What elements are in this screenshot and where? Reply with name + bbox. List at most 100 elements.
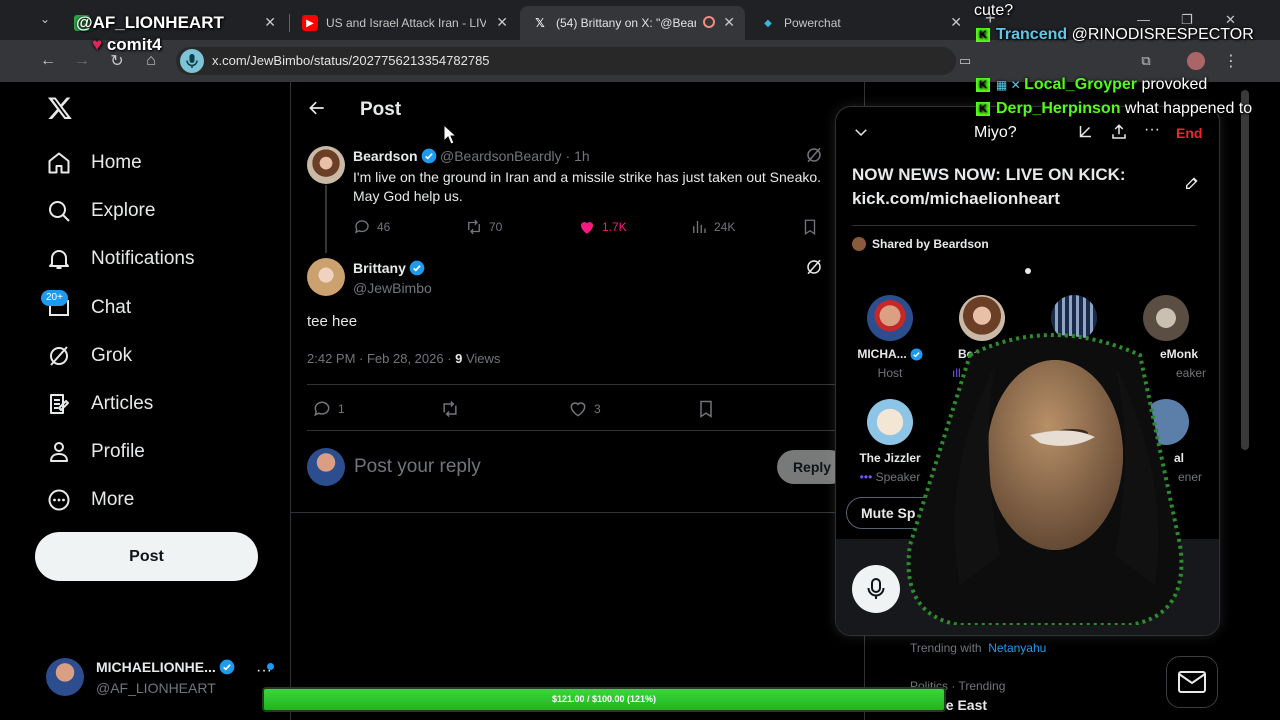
close-icon[interactable]: ✕ xyxy=(264,14,276,31)
page-title: Post xyxy=(360,99,402,120)
pager-dot xyxy=(1025,268,1031,274)
forward-icon[interactable]: → xyxy=(71,50,93,72)
share-icon[interactable] xyxy=(1110,123,1128,141)
chevron-down-icon[interactable] xyxy=(852,123,870,141)
brittany-avatar[interactable] xyxy=(307,258,345,296)
divider xyxy=(307,430,847,431)
space-title: NOW NEWS NOW: LIVE ON KICK: kick.com/mic… xyxy=(852,165,1126,208)
close-icon[interactable]: ✕ xyxy=(950,14,962,31)
repost-icon[interactable] xyxy=(440,399,460,419)
main-tweet-name[interactable]: Brittany xyxy=(353,260,425,276)
install-icon[interactable]: ▭ xyxy=(954,50,976,72)
chat-user: Derp_Herpinson xyxy=(996,100,1121,117)
chat-line: K ▦ ✕ Local_Groyper provoked xyxy=(976,76,1207,94)
view-count-text: 24K xyxy=(714,220,736,234)
main-tweet-views-label: Views xyxy=(462,351,501,366)
microphone-icon[interactable] xyxy=(180,49,204,73)
main-tweet-handle[interactable]: @JewBimbo xyxy=(353,280,432,296)
microphone-button[interactable] xyxy=(852,565,900,613)
overlay-sub-name: comit4 xyxy=(106,35,162,54)
nav-chat-label: Chat xyxy=(91,297,132,318)
minimize-space-icon[interactable] xyxy=(1076,123,1094,141)
x-icon: 𝕏 xyxy=(535,16,545,30)
tab-3-active[interactable]: 𝕏 (54) Brittany on X: "@Beard ✕ xyxy=(520,6,745,40)
main-like-count-text: 3 xyxy=(594,402,601,416)
avatar xyxy=(852,237,866,251)
profile-icon[interactable] xyxy=(1185,50,1207,72)
back-arrow-icon[interactable] xyxy=(307,98,327,118)
chat-line: K Derp_Herpinson what happened to xyxy=(976,100,1252,118)
repost-count[interactable]: 70 xyxy=(465,218,502,236)
browser-menu-icon[interactable]: ⋮ xyxy=(1220,50,1242,72)
reply-icon xyxy=(354,220,369,234)
envelope-icon xyxy=(1178,671,1206,693)
repost-count-text: 70 xyxy=(489,220,503,234)
chat-user: Local_Groyper xyxy=(1024,76,1137,93)
main-tweet-name-text: Brittany xyxy=(353,260,406,276)
like-count[interactable]: 1.7K xyxy=(578,218,627,236)
nav-profile[interactable]: Profile xyxy=(46,432,145,472)
end-space-button[interactable]: End xyxy=(1176,125,1202,141)
nav-articles[interactable]: Articles xyxy=(46,384,153,424)
post-button[interactable]: Post xyxy=(35,532,258,581)
analytics-icon xyxy=(693,221,706,233)
scrollbar[interactable] xyxy=(1241,90,1249,450)
reply-input[interactable]: Post your reply xyxy=(354,456,481,478)
trending-with-topic[interactable]: Netanyahu xyxy=(988,641,1046,655)
chat-badge: 20+ xyxy=(41,290,68,306)
donation-goal-bar: $121.00 / $100.00 (121%) xyxy=(262,687,946,712)
extensions-icon[interactable]: ⧉ xyxy=(1135,50,1157,72)
parent-tweet-text: I'm live on the ground in Iran and a mis… xyxy=(353,169,822,204)
tab-2[interactable]: ▶ US and Israel Attack Iran - LIVE ✕ xyxy=(290,6,518,40)
beardson-avatar[interactable] xyxy=(307,146,345,184)
main-tweet-text: tee hee xyxy=(307,313,358,330)
edit-icon[interactable] xyxy=(1184,175,1200,191)
reply-icon xyxy=(314,401,330,417)
heart-icon: ♥ xyxy=(92,35,103,54)
parent-tweet-handle-text: @BeardsonBeardly xyxy=(440,148,562,164)
divider xyxy=(291,512,864,513)
back-icon[interactable]: ← xyxy=(37,50,59,72)
more-icon[interactable]: ··· xyxy=(1144,121,1160,139)
close-icon[interactable]: ✕ xyxy=(723,14,735,31)
chat-user: Trancend xyxy=(996,26,1068,43)
chat-text: provoked xyxy=(1141,76,1208,93)
parent-tweet-name[interactable]: Beardson xyxy=(353,148,437,164)
recording-icon xyxy=(703,16,715,28)
account-switcher[interactable]: MICHAELIONHE... @AF_LIONHEART ··· xyxy=(46,658,276,698)
badge-icons: ▦ ✕ xyxy=(996,78,1025,92)
parent-tweet-handle[interactable]: @BeardsonBeardly · 1h xyxy=(440,148,590,164)
account-name: MICHAELIONHE... xyxy=(96,659,235,675)
chat-line: Miyo? xyxy=(974,124,1017,141)
close-icon[interactable]: ✕ xyxy=(496,14,508,31)
main-reply-count[interactable]: 1 xyxy=(312,399,345,419)
nav-more[interactable]: More xyxy=(46,480,134,520)
bell-icon xyxy=(46,246,72,272)
tab-3-title: (54) Brittany on X: "@Beard xyxy=(556,16,696,30)
nav-home[interactable]: Home xyxy=(46,143,142,183)
bookmark-icon[interactable] xyxy=(696,399,716,419)
bookmark-icon[interactable] xyxy=(801,218,819,236)
tab-4[interactable]: ◆ Powerchat ✕ xyxy=(748,6,972,40)
goal-label: $121.00 / $100.00 (121%) xyxy=(551,694,657,704)
nav-profile-label: Profile xyxy=(91,441,145,462)
messages-button[interactable] xyxy=(1166,656,1218,708)
x-logo-icon[interactable] xyxy=(47,95,73,121)
powerchat-icon: ◆ xyxy=(764,17,772,29)
minimize-icon[interactable]: — xyxy=(1137,12,1150,27)
verified-icon xyxy=(409,260,425,276)
nav-notifications[interactable]: Notifications xyxy=(46,239,195,279)
divider xyxy=(852,225,1196,226)
column-divider-left xyxy=(290,82,291,720)
view-count[interactable]: 24K xyxy=(690,218,735,236)
tab-search-button[interactable]: ⌄ xyxy=(34,8,56,30)
parent-tweet-name-text: Beardson xyxy=(353,148,418,164)
grok-icon[interactable] xyxy=(805,258,823,276)
verified-icon xyxy=(219,659,235,675)
nav-grok[interactable]: Grok xyxy=(46,336,132,376)
grok-icon[interactable] xyxy=(805,146,823,164)
reply-count[interactable]: 46 xyxy=(353,218,390,236)
heart-filled-icon xyxy=(580,221,594,234)
main-like-count[interactable]: 3 xyxy=(568,399,601,419)
nav-explore[interactable]: Explore xyxy=(46,191,155,231)
